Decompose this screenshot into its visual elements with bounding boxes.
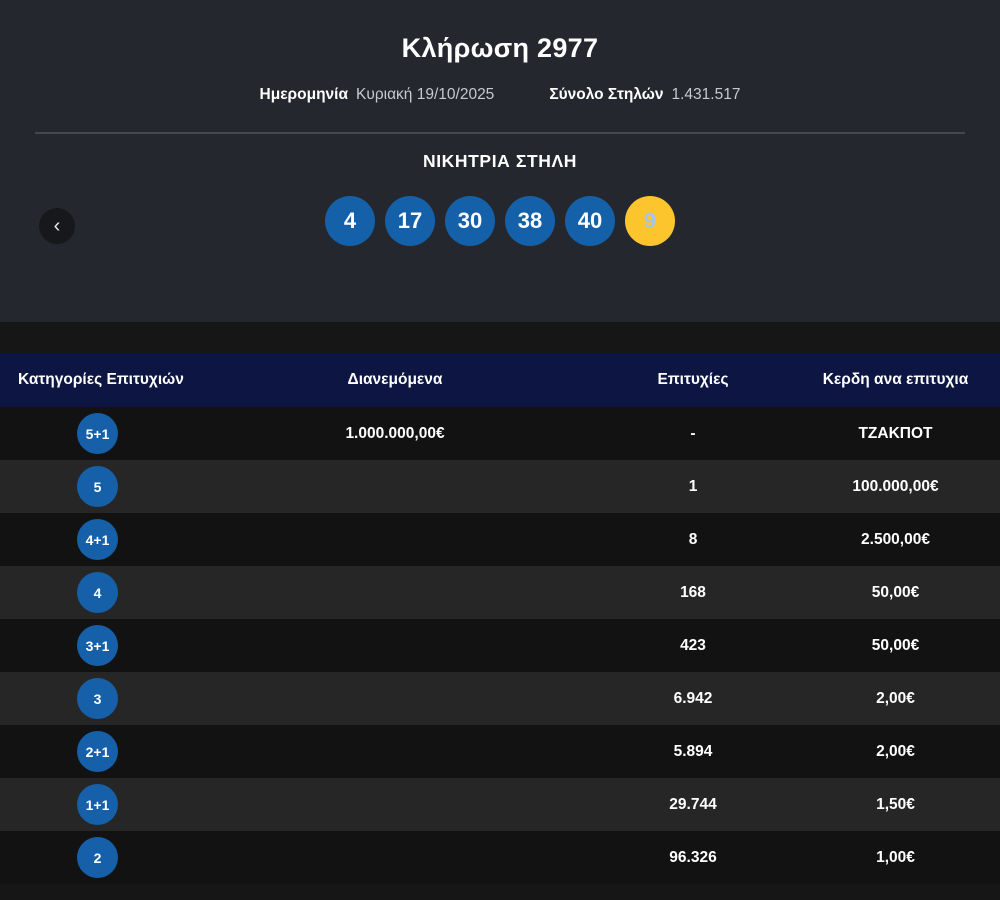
wins-cell: 423 <box>680 636 706 654</box>
header-distributed: Διανεμόμενα <box>347 371 443 388</box>
draw-panel: Κλήρωση 2977 Ημερομηνία Κυριακή 19/10/20… <box>0 0 1000 322</box>
table-row: 4 168 50,00€ <box>0 566 1000 619</box>
wins-cell: 6.942 <box>673 689 713 707</box>
prize-cell: 2,00€ <box>876 742 915 760</box>
category-badge: 5 <box>77 466 118 507</box>
table-header-row: Κατηγορίες Επιτυχιών Διανεμόμενα Επιτυχί… <box>0 353 1000 407</box>
wins-cell: 168 <box>680 583 706 601</box>
category-badge: 2 <box>77 837 118 878</box>
table-row: 5 1 100.000,00€ <box>0 460 1000 513</box>
table-row: 3+1 423 50,00€ <box>0 619 1000 672</box>
winning-number-ball: 17 <box>385 196 435 246</box>
category-badge: 3 <box>77 678 118 719</box>
previous-draw-button[interactable]: ‹ <box>39 208 75 244</box>
draw-date-label: Ημερομηνία <box>259 86 349 103</box>
chevron-left-icon: ‹ <box>53 215 61 237</box>
table-body: 5+1 1.000.000,00€ - ΤΖΑΚΠΟΤ 5 1 100.000,00€ 4+1… <box>0 407 1000 884</box>
draw-meta: Ημερομηνία Κυριακή 19/10/2025 Σύνολο Στη… <box>0 86 1000 104</box>
category-cell: 5+1 <box>0 413 195 454</box>
divider <box>35 132 965 134</box>
winning-number-ball: 4 <box>325 196 375 246</box>
category-cell: 4+1 <box>0 519 195 560</box>
draw-date: Ημερομηνία Κυριακή 19/10/2025 <box>260 86 495 104</box>
wins-cell: - <box>690 424 696 442</box>
header-categories: Κατηγορίες Επιτυχιών <box>18 371 184 388</box>
prize-cell: 50,00€ <box>871 636 920 654</box>
category-badge: 4+1 <box>77 519 118 560</box>
category-cell: 2 <box>0 837 195 878</box>
category-cell: 3+1 <box>0 625 195 666</box>
prize-cell: 2,00€ <box>876 689 915 707</box>
table-row: 3 6.942 2,00€ <box>0 672 1000 725</box>
winning-number-ball: 38 <box>505 196 555 246</box>
wins-cell: 96.326 <box>669 848 717 866</box>
category-badge: 4 <box>77 572 118 613</box>
wins-cell: 8 <box>688 530 698 548</box>
winning-numbers: 4 17 30 38 40 9 <box>0 196 1000 246</box>
header-prize: Κερδη ανα επιτυχια <box>822 371 969 388</box>
category-cell: 4 <box>0 572 195 613</box>
wins-cell: 1 <box>688 477 698 495</box>
wins-cell: 5.894 <box>673 742 713 760</box>
category-cell: 2+1 <box>0 731 195 772</box>
page-title: Κλήρωση 2977 <box>401 33 599 63</box>
prize-cell: 2.500,00€ <box>861 530 930 548</box>
winning-column-title: ΝΙΚΗΤΡΙΑ ΣΤΗΛΗ <box>422 151 578 171</box>
total-columns-value: 1.431.517 <box>671 86 741 103</box>
table-row: 2 96.326 1,00€ <box>0 831 1000 884</box>
total-columns: Σύνολο Στηλών 1.431.517 <box>549 86 740 104</box>
results-table: Κατηγορίες Επιτυχιών Διανεμόμενα Επιτυχί… <box>0 353 1000 884</box>
draw-date-value: Κυριακή 19/10/2025 <box>356 86 495 103</box>
category-badge: 5+1 <box>77 413 118 454</box>
prize-cell: ΤΖΑΚΠΟΤ <box>858 424 933 442</box>
total-columns-label: Σύνολο Στηλών <box>549 86 664 103</box>
category-cell: 3 <box>0 678 195 719</box>
prize-cell: 100.000,00€ <box>852 477 939 495</box>
distributed-cell: 1.000.000,00€ <box>345 424 445 442</box>
table-row: 1+1 29.744 1,50€ <box>0 778 1000 831</box>
prize-cell: 1,00€ <box>876 848 915 866</box>
table-row: 4+1 8 2.500,00€ <box>0 513 1000 566</box>
header-wins: Επιτυχίες <box>657 371 729 388</box>
bonus-number-ball: 9 <box>625 196 675 246</box>
category-cell: 5 <box>0 466 195 507</box>
wins-cell: 29.744 <box>669 795 717 813</box>
category-cell: 1+1 <box>0 784 195 825</box>
table-row: 5+1 1.000.000,00€ - ΤΖΑΚΠΟΤ <box>0 407 1000 460</box>
prize-cell: 1,50€ <box>876 795 915 813</box>
winning-number-ball: 40 <box>565 196 615 246</box>
prize-cell: 50,00€ <box>871 583 920 601</box>
winning-number-ball: 30 <box>445 196 495 246</box>
category-badge: 3+1 <box>77 625 118 666</box>
category-badge: 2+1 <box>77 731 118 772</box>
category-badge: 1+1 <box>77 784 118 825</box>
table-row: 2+1 5.894 2,00€ <box>0 725 1000 778</box>
